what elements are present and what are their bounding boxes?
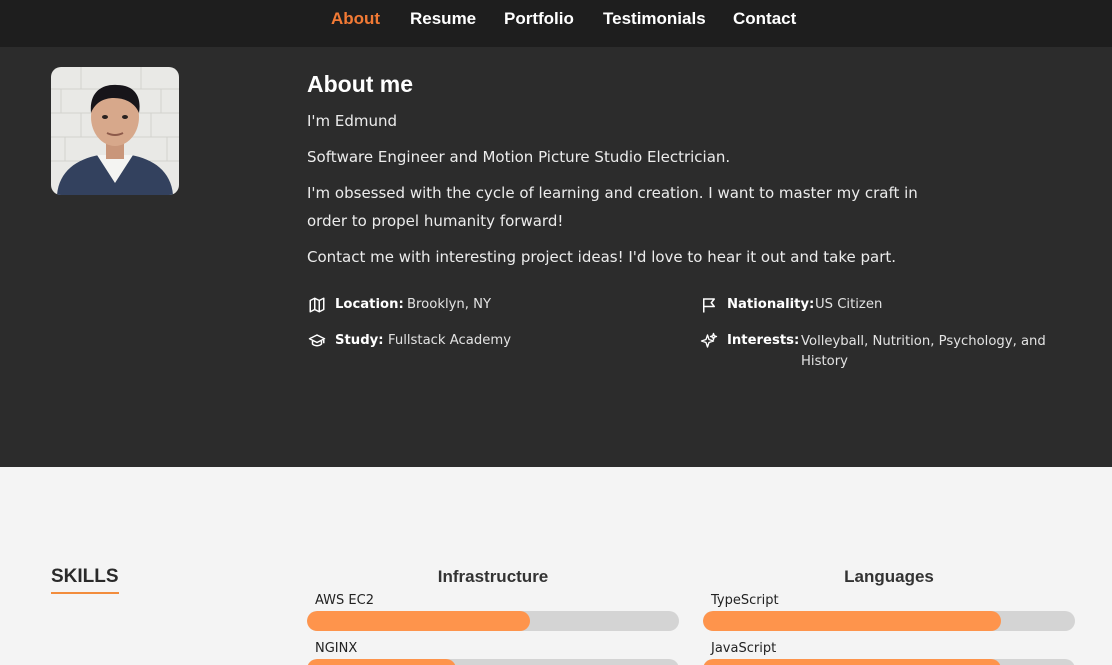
study-value: Fullstack Academy [388,333,512,348]
interests-label: Interests: [727,333,800,348]
skill-bar-fill [703,659,1001,665]
study-label: Study: [335,333,384,348]
skill-name-nginx: NGINX [315,641,358,656]
skill-bar-javascript [703,659,1075,665]
nav-link-about[interactable]: About [331,9,380,29]
about-intro: I'm Edmund [307,112,398,130]
nav-link-resume[interactable]: Resume [410,9,476,29]
category-title-infrastructure: Infrastructure [437,567,549,586]
location-label: Location: [335,297,404,312]
skill-bar-nginx [307,659,679,665]
graduation-cap-icon [308,334,326,347]
nav-link-contact[interactable]: Contact [733,9,796,29]
profile-photo [51,67,179,195]
nationality-value: US Citizen [815,297,883,312]
nav-link-testimonials[interactable]: Testimonials [603,9,706,29]
skill-bar-fill [703,611,1001,631]
skill-name-aws-ec2: AWS EC2 [315,593,374,608]
skills-title: SKILLS [51,566,119,594]
nationality-label: Nationality: [727,297,815,312]
category-title-languages: Languages [844,567,934,586]
about-title: About me [307,71,414,97]
about-contact-note: Contact me with interesting project idea… [307,248,897,266]
about-role: Software Engineer and Motion Picture Stu… [307,148,731,166]
location-value: Brooklyn, NY [407,297,492,312]
top-navigation: About Resume Portfolio Testimonials Cont… [0,0,1112,47]
nav-link-portfolio[interactable]: Portfolio [504,9,574,29]
about-section: About me I'm Edmund Software Engineer an… [0,47,1112,467]
skill-name-typescript: TypeScript [711,593,779,608]
about-mission: I'm obsessed with the cycle of learning … [307,184,918,230]
skill-bar-typescript [703,611,1075,631]
sparkles-icon [700,332,718,348]
interests-value: Volleyball, Nutrition, Psychology, and H… [801,334,1046,369]
flag-icon [703,298,715,313]
skill-bar-aws-ec2 [307,611,679,631]
skill-bar-fill [307,659,456,665]
skill-bar-fill [307,611,531,631]
skill-name-javascript: JavaScript [711,641,777,656]
map-icon [309,297,325,313]
